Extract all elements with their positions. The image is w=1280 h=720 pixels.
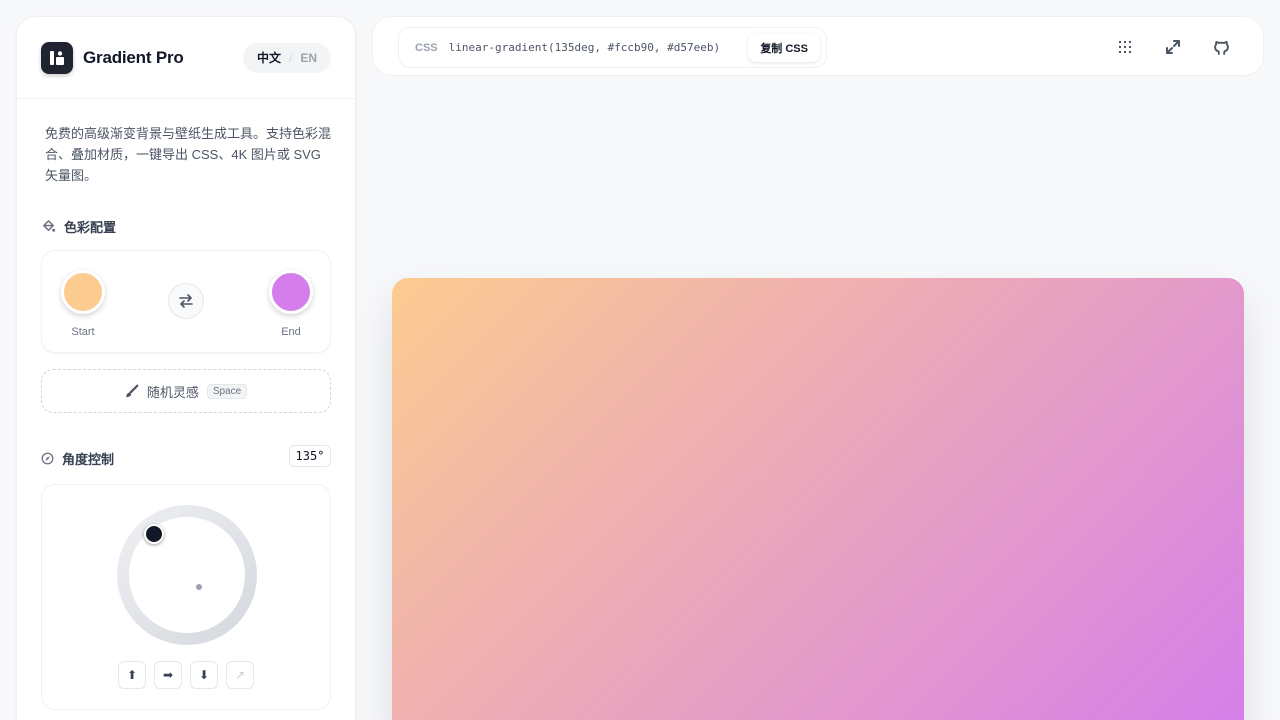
swap-arrows-icon (179, 294, 193, 308)
github-icon[interactable] (1211, 37, 1231, 57)
start-color-swatch[interactable] (61, 270, 105, 314)
dial-knob-handle[interactable] (144, 524, 164, 544)
css-code-text: linear-gradient(135deg, #fccb90, #d57eeb… (448, 41, 721, 54)
language-toggle[interactable]: 中文 / EN (242, 42, 331, 73)
css-tag: CSS (415, 41, 438, 54)
angle-section-header: 角度控制 (41, 449, 114, 468)
end-color-picker[interactable]: End (269, 270, 313, 338)
brand: Gradient Pro (41, 41, 184, 74)
shortcut-badge: Space (206, 383, 248, 399)
direction-down-button[interactable]: ⬇ (190, 661, 218, 689)
lang-option-zh[interactable]: 中文 (257, 49, 281, 66)
direction-up-button[interactable]: ⬆ (118, 661, 146, 689)
logo-icon (41, 41, 73, 74)
direction-right-button[interactable]: ➡ (154, 661, 182, 689)
lang-option-en[interactable]: EN (300, 51, 317, 65)
end-color-swatch[interactable] (269, 270, 313, 314)
brush-icon (125, 384, 139, 398)
app-description: 免费的高级渐变背景与壁纸生成工具。支持色彩混合、叠加材质，一键导出 CSS、4K… (45, 126, 332, 183)
angle-dial-card: ⬆ ➡ ⬇ ↗ (41, 484, 331, 710)
dial-center-dot (196, 584, 202, 590)
end-color-label: End (281, 326, 301, 338)
swap-colors-button[interactable] (168, 283, 204, 319)
angle-section-title: 角度控制 (62, 452, 115, 467)
random-button-label: 随机灵感 (146, 384, 199, 400)
paint-bucket-icon (43, 220, 56, 232)
direction-presets: ⬆ ➡ ⬇ ↗ (118, 661, 254, 689)
start-color-picker[interactable]: Start (61, 270, 105, 338)
top-toolbar: CSS linear-gradient(135deg, #fccb90, #d5… (372, 16, 1264, 76)
angle-dial[interactable] (117, 505, 257, 645)
color-picker-card: Start End (41, 250, 331, 353)
colors-section-title: 色彩配置 (64, 220, 117, 235)
sidebar: Gradient Pro 中文 / EN 免费的高级渐变背景与壁纸生成工具。支持… (16, 16, 356, 720)
compass-icon (41, 452, 54, 465)
lang-separator: / (288, 50, 293, 65)
gradient-preview-canvas (392, 278, 1244, 720)
copy-css-button[interactable]: 复制 CSS (748, 33, 820, 62)
grid-icon[interactable] (1115, 37, 1135, 57)
colors-section-header: 色彩配置 (41, 217, 116, 236)
angle-value-input[interactable]: 135° (289, 445, 331, 467)
expand-icon[interactable] (1163, 37, 1183, 57)
start-color-label: Start (71, 326, 95, 338)
random-inspiration-button[interactable]: 随机灵感 Space (41, 369, 331, 413)
sidebar-header: Gradient Pro 中文 / EN (17, 17, 355, 99)
app-title: Gradient Pro (83, 47, 184, 67)
direction-up-right-button[interactable]: ↗ (226, 661, 254, 689)
css-output-box: CSS linear-gradient(135deg, #fccb90, #d5… (398, 27, 827, 68)
